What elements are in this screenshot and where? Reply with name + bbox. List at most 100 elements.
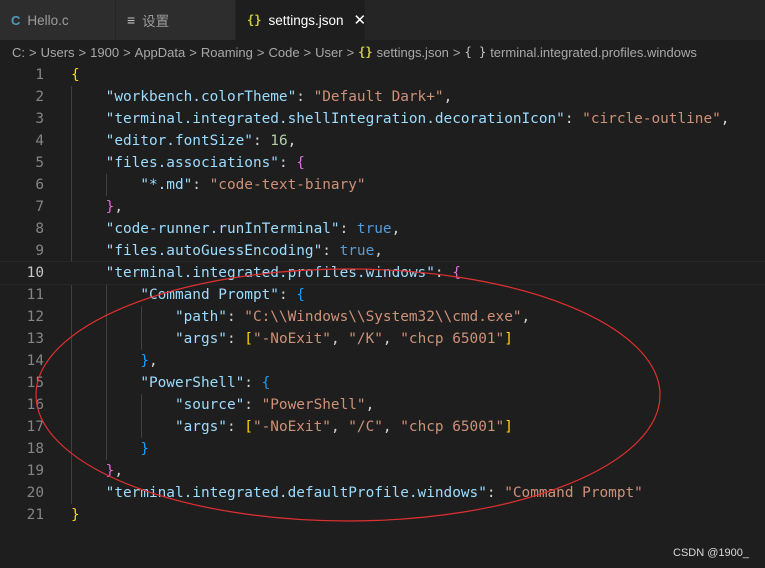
code-line[interactable]: 19 },: [0, 460, 765, 482]
breadcrumb-item[interactable]: 1900: [90, 45, 119, 60]
breadcrumb-item[interactable]: Code: [268, 45, 299, 60]
code-token: :: [486, 485, 505, 501]
tab-settings-ui[interactable]: ≡ 设置: [116, 0, 236, 40]
code-token: "Command Prompt": [140, 287, 279, 303]
code-token: :: [226, 309, 245, 325]
line-content: "path": "C:\\Windows\\System32\\cmd.exe"…: [71, 306, 530, 328]
line-content: },: [71, 196, 123, 218]
code-token: "path": [174, 309, 227, 325]
code-line[interactable]: 4 "editor.fontSize": 16,: [0, 130, 765, 152]
code-line[interactable]: 8 "code-runner.runInTerminal": true,: [0, 218, 765, 240]
code-line[interactable]: 13 "args": ["-NoExit", "/K", "chcp 65001…: [0, 328, 765, 350]
code-token: "args": [174, 331, 227, 347]
code-token: :: [434, 265, 453, 281]
code-line[interactable]: 18 }: [0, 438, 765, 460]
code-line[interactable]: 7 },: [0, 196, 765, 218]
code-token: "files.autoGuessEncoding": [105, 243, 323, 259]
code-token: true: [339, 243, 375, 259]
code-line[interactable]: 20 "terminal.integrated.defaultProfile.w…: [0, 482, 765, 504]
code-line[interactable]: 21}: [0, 504, 765, 526]
code-line[interactable]: 5 "files.associations": {: [0, 152, 765, 174]
breadcrumb-symbol[interactable]: terminal.integrated.profiles.windows: [490, 45, 697, 60]
code-token: ]: [504, 419, 513, 435]
code-token: {: [296, 155, 305, 171]
code-token: {: [296, 287, 305, 303]
code-line[interactable]: 15 "PowerShell": {: [0, 372, 765, 394]
code-token: ]: [504, 331, 513, 347]
breadcrumb-item[interactable]: User: [315, 45, 342, 60]
line-content: "files.autoGuessEncoding": true,: [71, 240, 383, 262]
code-line[interactable]: 17 "args": ["-NoExit", "/C", "chcp 65001…: [0, 416, 765, 438]
code-token: :: [278, 155, 297, 171]
line-number: 12: [26, 309, 44, 325]
code-token: ,: [391, 221, 401, 237]
code-line[interactable]: 11 "Command Prompt": {: [0, 284, 765, 306]
line-number: 8: [35, 221, 44, 237]
line-content: "code-runner.runInTerminal": true,: [71, 218, 401, 240]
line-content: "Command Prompt": {: [71, 284, 305, 306]
code-token: }: [140, 441, 149, 457]
code-token: "PowerShell": [140, 375, 245, 391]
code-token: ,: [720, 111, 730, 127]
close-icon[interactable]: ✕: [354, 13, 367, 28]
code-token: "source": [174, 397, 245, 413]
code-token: "Default Dark+": [313, 89, 444, 105]
code-token: "chcp 65001": [400, 419, 505, 435]
code-token: ,: [148, 353, 158, 369]
code-token: :: [296, 89, 314, 105]
breadcrumb-separator: >: [189, 44, 197, 60]
code-token: ,: [330, 419, 349, 435]
code-editor[interactable]: 1{2 "workbench.colorTheme": "Default Dar…: [0, 64, 765, 568]
code-line[interactable]: 16 "source": "PowerShell",: [0, 394, 765, 416]
code-line[interactable]: 2 "workbench.colorTheme": "Default Dark+…: [0, 86, 765, 108]
breadcrumb-separator: >: [123, 44, 131, 60]
tab-settings-json[interactable]: {} settings.json ✕: [236, 0, 366, 40]
line-content: "terminal.integrated.profiles.windows": …: [71, 262, 461, 284]
code-line[interactable]: 10 "terminal.integrated.profiles.windows…: [0, 261, 765, 285]
code-line[interactable]: 12 "path": "C:\\Windows\\System32\\cmd.e…: [0, 306, 765, 328]
code-token: "terminal.integrated.shellIntegration.de…: [105, 111, 565, 127]
breadcrumb-item[interactable]: AppData: [135, 45, 186, 60]
code-token: {: [71, 67, 80, 83]
code-line[interactable]: 6 "*.md": "code-text-binary": [0, 174, 765, 196]
code-line[interactable]: 9 "files.autoGuessEncoding": true,: [0, 240, 765, 262]
breadcrumb-file[interactable]: settings.json: [377, 45, 449, 60]
code-token: }: [71, 507, 80, 523]
line-number: 13: [26, 331, 44, 347]
line-number: 11: [26, 287, 44, 303]
breadcrumb-item[interactable]: C:: [12, 45, 25, 60]
tab-hello-c[interactable]: C Hello.c: [0, 0, 116, 40]
line-content: "source": "PowerShell",: [71, 394, 374, 416]
code-token: true: [356, 221, 392, 237]
line-number: 19: [26, 463, 44, 479]
breadcrumb-separator: >: [78, 44, 87, 60]
code-token: "-NoExit": [252, 419, 331, 435]
code-token: :: [226, 331, 245, 347]
breadcrumb-separator: >: [303, 44, 312, 60]
breadcrumb-item[interactable]: Roaming: [201, 45, 253, 60]
code-token: :: [226, 419, 245, 435]
code-line[interactable]: 14 },: [0, 350, 765, 372]
code-token: ,: [382, 419, 401, 435]
code-token: :: [564, 111, 583, 127]
line-number: 16: [26, 397, 44, 413]
code-token: ,: [114, 199, 123, 215]
line-number: 2: [35, 89, 44, 105]
line-content: }: [71, 438, 149, 460]
line-content: "args": ["-NoExit", "/C", "chcp 65001"]: [71, 416, 513, 438]
breadcrumb-item[interactable]: Users: [41, 45, 75, 60]
code-token: :: [244, 375, 262, 391]
code-line[interactable]: 3 "terminal.integrated.shellIntegration.…: [0, 108, 765, 130]
code-line[interactable]: 1{: [0, 64, 765, 86]
line-number: 17: [26, 419, 44, 435]
line-number: 15: [26, 375, 44, 391]
